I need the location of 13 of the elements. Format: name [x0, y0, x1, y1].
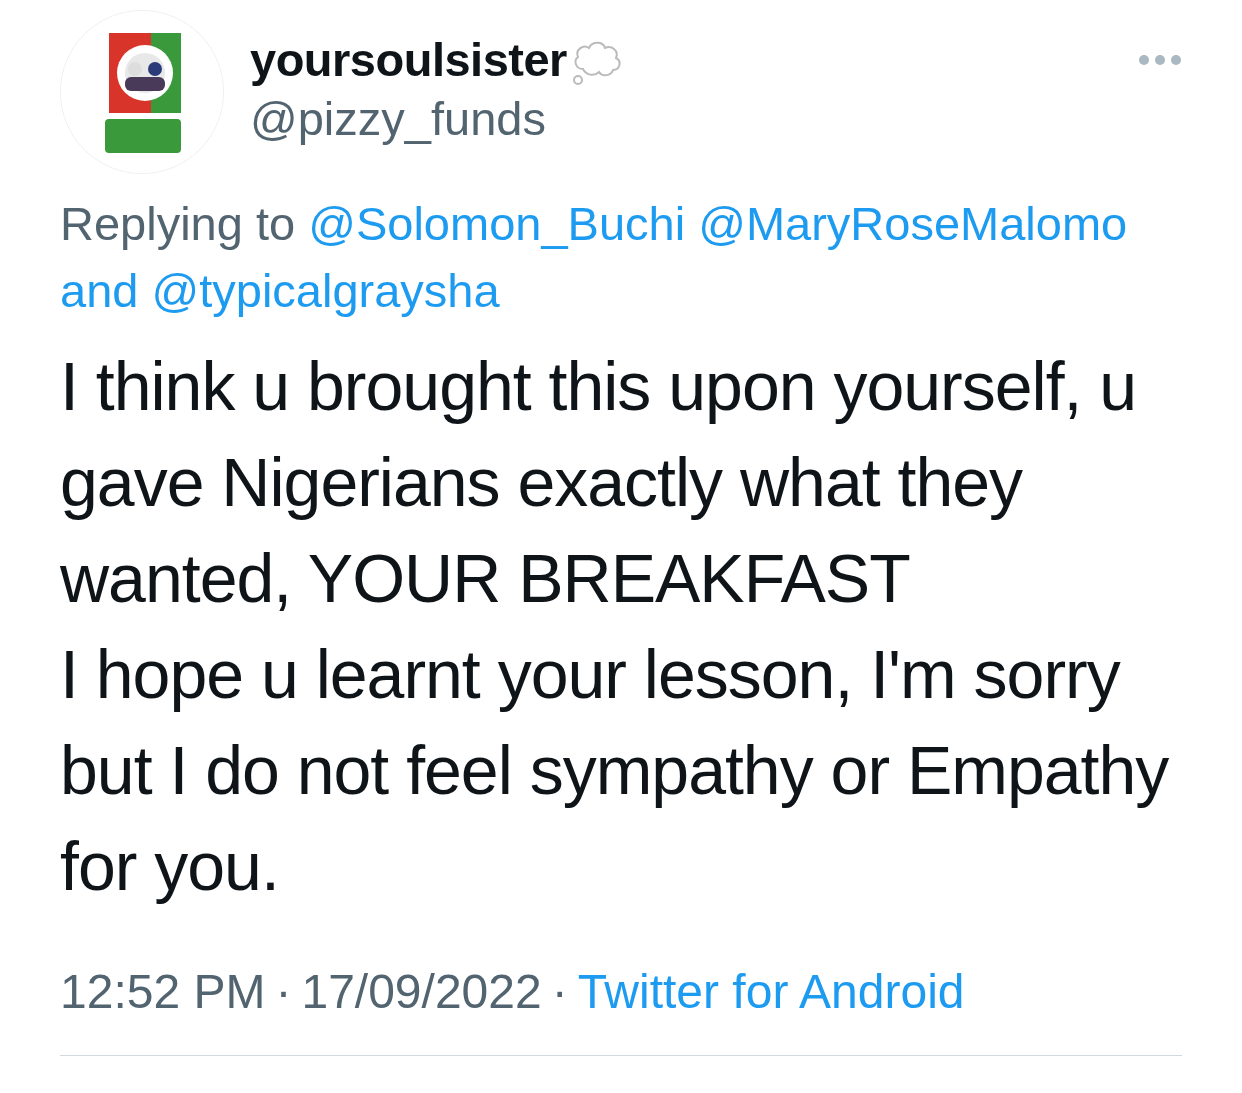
mention-link[interactable]: and @typicalgraysha — [60, 264, 500, 317]
source-link[interactable]: Twitter for Android — [577, 965, 965, 1018]
user-handle: @pizzy_funds — [250, 91, 547, 146]
replying-to-text: Replying to @Solomon_Buchi @MaryRoseMalomo and @typicalgraysha — [60, 196, 1129, 319]
more-icon[interactable] — [1138, 54, 1182, 66]
separator-dot: · — [551, 965, 568, 1018]
tweet-time: 12:52 PM — [60, 965, 266, 1018]
separator-dot: · — [275, 965, 292, 1018]
mention-link[interactable]: @Solomon_Buchi — [308, 197, 686, 250]
mention-link[interactable]: @MaryRoseMalomo — [698, 197, 1128, 250]
tweet-date: 17/09/2022 — [301, 965, 542, 1018]
display-name: yoursoulsister — [250, 32, 567, 87]
tweet-text: I think u brought this upon yourself, u gave Nigerians exactly what they wanted, YOUR BREAKFAST I hope u learnt your lesson, I'm sorry but I do not feel sympathy or Empathy for you. — [60, 347, 1170, 906]
